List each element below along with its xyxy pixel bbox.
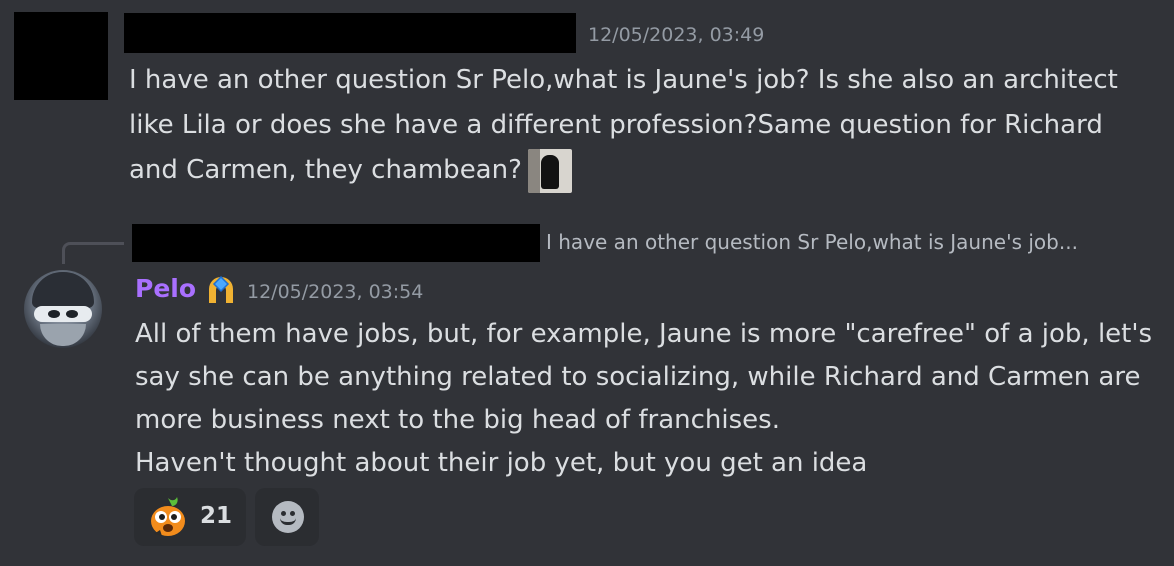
orange-creature-emoji-icon [151,497,185,536]
badge-icon[interactable] [203,275,239,305]
author-name[interactable]: Pelo [135,274,196,303]
message-timestamp: 12/05/2023, 03:54 [247,281,424,303]
message-line: I have an other question Sr Pelo,what is… [129,65,1118,95]
message-line: more business next to the big head of fr… [135,405,780,435]
message-timestamp: 12/05/2023, 03:49 [588,24,765,46]
avatar[interactable] [24,270,102,348]
smiley-icon [272,501,304,533]
message-line: say she can be anything related to socia… [135,362,1141,392]
message-content: I have an other question Sr Pelo,what is… [129,58,1159,193]
reply-connector [62,242,124,264]
message-line: All of them have jobs, but, for example,… [135,319,1153,349]
message-line: like Lila or does she have a different p… [129,110,1103,140]
message-content: All of them have jobs, but, for example,… [135,313,1165,485]
reaction-count: 21 [200,503,233,529]
username-redacted[interactable] [124,13,576,53]
message-line: Haven't thought about their job yet, but… [135,448,868,478]
message-line-text: and Carmen, they chambean? [129,155,522,185]
message-line: and Carmen, they chambean? [129,148,1159,193]
avatar-redacted[interactable] [14,12,108,100]
cat-emoji-icon[interactable] [527,148,572,193]
reply-preview-text[interactable]: I have an other question Sr Pelo,what is… [546,230,1156,254]
reply-username-redacted[interactable] [132,224,540,262]
reaction-button[interactable]: 21 [134,488,246,546]
add-reaction-button[interactable] [255,488,319,546]
